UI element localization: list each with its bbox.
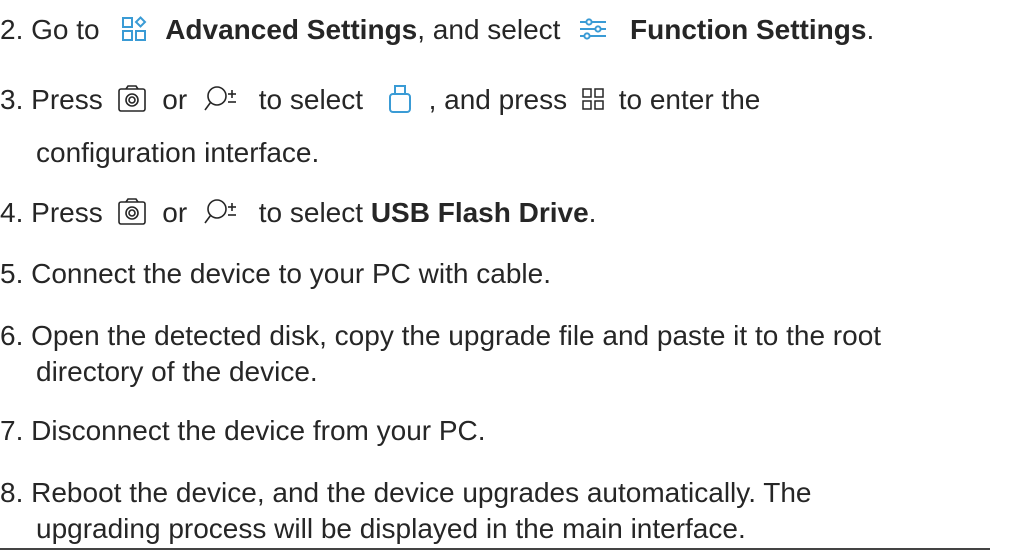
step-text: , and select — [417, 14, 561, 45]
step-number: 7. — [0, 415, 24, 446]
step-number: 4. — [0, 197, 24, 228]
step-text: or — [162, 197, 188, 228]
page-divider — [0, 548, 990, 550]
advanced-settings-icon — [121, 15, 147, 42]
step-text: to enter the — [618, 84, 761, 115]
step-3-continuation: configuration interface. — [36, 137, 320, 168]
menu-name: Function Settings — [630, 14, 867, 45]
function-settings-icon — [578, 17, 608, 41]
step-number: 8. — [0, 477, 24, 508]
menu-grid-icon — [581, 87, 605, 111]
step-text: or — [162, 84, 188, 115]
step-text: Press — [31, 84, 103, 115]
step-4: 4. Press or to select USB Flash Drive. — [0, 195, 596, 231]
step-text: Open the detected disk, copy the upgrade… — [31, 320, 882, 351]
step-text: to select — [258, 197, 364, 228]
step-6-continuation: directory of the device. — [36, 356, 318, 387]
step-text: Press — [31, 197, 103, 228]
step-8-continuation: upgrading process will be displayed in t… — [36, 513, 746, 544]
step-text: Disconnect the device from your PC. — [31, 415, 486, 446]
step-text: Connect the device to your PC with cable… — [31, 258, 551, 289]
step-5: 5. Connect the device to your PC with ca… — [0, 256, 551, 292]
step-number: 6. — [0, 320, 24, 351]
step-text: Go to — [31, 14, 100, 45]
step-text: to select — [258, 84, 364, 115]
step-2: 2. Go to Advanced Settings, and select F… — [0, 12, 874, 48]
step-text: Reboot the device, and the device upgrad… — [31, 477, 812, 508]
step-number: 2. — [0, 14, 24, 45]
step-number: 3. — [0, 84, 24, 115]
camera-icon — [117, 84, 147, 113]
option-name: USB Flash Drive — [370, 197, 589, 228]
zoom-icon — [203, 197, 243, 227]
zoom-icon — [203, 84, 243, 114]
step-number: 5. — [0, 258, 24, 289]
step-8: 8. Reboot the device, and the device upg… — [0, 475, 812, 511]
step-text: . — [588, 197, 597, 228]
menu-name: Advanced Settings — [165, 14, 418, 45]
step-3: 3. Press or to select , and press to ent… — [0, 82, 760, 118]
step-7: 7. Disconnect the device from your PC. — [0, 413, 486, 449]
step-text: , and press — [428, 84, 568, 115]
usb-icon — [387, 84, 413, 114]
step-text: . — [866, 14, 875, 45]
step-6: 6. Open the detected disk, copy the upgr… — [0, 318, 881, 354]
camera-icon — [117, 197, 147, 226]
